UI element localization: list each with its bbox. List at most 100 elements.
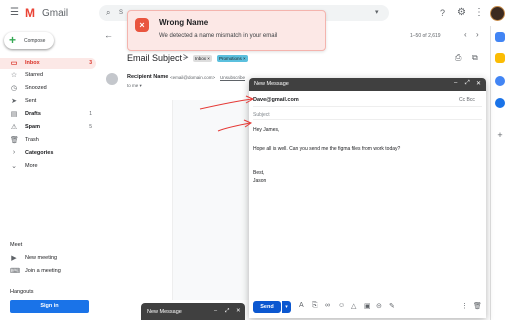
formatting-icon[interactable]: A [299,302,304,309]
sidebar-item-categories[interactable]: › Categories [0,148,96,159]
minimize-icon[interactable]: – [214,308,217,314]
sidebar-item-count: 1 [89,111,92,117]
sender-email: <email@domain.com> [170,75,216,80]
sidebar-item-label: More [25,163,38,169]
contacts-icon[interactable] [495,98,505,108]
search-icon[interactable]: ⌕ [106,8,110,18]
print-icon[interactable]: ⎙ [455,53,461,63]
body-greeting[interactable]: Hey James, [253,127,279,133]
sidebar-item-label: Starred [25,72,44,78]
label-inbox[interactable]: Inbox × [193,55,212,62]
sidebar-item-more[interactable]: ⌄ More [0,161,96,172]
to-field[interactable]: Dave@gmail.com [253,97,299,103]
sender-name: Recipient Name [127,74,169,80]
sidebar-item-label: Drafts [25,111,41,117]
minimized-compose-title: New Message [147,309,182,315]
sidebar-item-spam[interactable]: ⚠ Spam 5 [0,122,96,133]
toast-title: Wrong Name [159,18,209,27]
gmail-logo-icon[interactable]: M [25,6,35,20]
sidebar-item-label: Categories [25,150,54,156]
side-panel [490,26,512,320]
sender-avatar [106,73,118,85]
compose-window [249,78,486,318]
avatar[interactable] [490,6,505,21]
body-text[interactable]: Hope all is well. Can you send me the fi… [253,146,400,152]
lock-icon[interactable]: ⊝ [376,302,382,310]
app-logo-text: Gmail [42,8,69,19]
search-options-icon[interactable]: ▾ [375,8,379,16]
meet-heading: Meet [10,242,23,248]
cc-bcc-link[interactable]: Cc Bcc [459,97,475,103]
chevron-right-icon: › [12,149,16,156]
drive-icon[interactable]: △ [351,302,356,310]
star-icon: ☆ [10,72,18,79]
important-marker-icon[interactable]: ᗒ [183,53,189,63]
unsubscribe-link[interactable]: Unsubscribe [220,75,245,80]
expand-icon[interactable]: ⤢ [225,308,229,315]
new-meeting-label: New meeting [25,255,58,261]
sidebar-item-drafts[interactable]: ▤ Drafts 1 [0,109,96,120]
chevron-left-icon[interactable]: ‹ [464,30,467,39]
new-meeting-item[interactable]: ▶ New meeting [0,253,96,264]
label-promotions[interactable]: Promotions × [217,55,248,62]
body-signoff[interactable]: Best, [253,170,264,176]
chevron-right-icon[interactable]: › [476,30,479,39]
apps-grid-icon[interactable]: ⋮ [474,7,484,18]
open-in-new-window-icon[interactable]: ⧉ [472,53,478,63]
sidebar-item-inbox[interactable]: ▭ Inbox 3 [0,58,96,69]
hangouts-heading: Hangouts [10,289,34,295]
sidebar-item-count: 3 [89,60,92,66]
back-arrow-icon[interactable]: ← [104,30,113,40]
signature-icon[interactable]: ✎ [389,302,395,310]
pagination-text: 1–50 of 2,619 [410,33,441,39]
clock-icon: ◷ [10,85,18,92]
sidebar-item-label: Spam [25,124,40,130]
sidebar-item-label: Sent [25,98,37,104]
email-subject: Email Subject [127,53,183,63]
add-addon-icon[interactable]: + [495,130,505,140]
sidebar-item-trash[interactable]: 🗑 Trash [0,135,96,146]
annotation-arrows [199,95,255,132]
close-icon[interactable]: ✕ [476,80,481,87]
more-options-icon[interactable]: ⋮ [461,302,468,310]
toast-message: We detected a name mismatch in your emai… [159,33,278,39]
sidebar-item-label: Inbox [25,60,40,66]
divider [253,119,482,120]
compose-plus-icon: + [9,33,17,47]
sidebar-item-sent[interactable]: ➤ Sent [0,96,96,107]
expand-icon[interactable]: ⤢ [465,80,470,87]
sidebar-item-count: 5 [89,124,92,130]
close-icon[interactable]: ✕ [236,308,241,314]
send-button[interactable]: Send [253,301,281,313]
compose-title: New Message [254,81,289,87]
minimize-icon[interactable]: – [454,80,457,86]
image-icon[interactable]: ▣ [364,302,371,310]
close-x-icon[interactable]: × [135,18,149,32]
menu-icon[interactable]: ☰ [10,8,19,18]
gear-icon[interactable]: ⚙ [457,7,466,18]
tasks-icon[interactable] [495,76,505,86]
attach-icon[interactable]: ⎘ [312,302,318,310]
sidebar-item-starred[interactable]: ☆ Starred [0,70,96,81]
video-camera-icon: ▶ [11,255,17,262]
calendar-icon[interactable] [495,32,505,42]
help-icon[interactable]: ? [440,8,445,18]
trash-icon[interactable]: 🗑 [473,302,482,310]
trash-icon: 🗑 [10,137,19,144]
compose-label: Compose [24,38,46,44]
body-signature[interactable]: Jason [253,178,266,184]
keyboard-icon: ⌨ [10,268,21,275]
link-icon[interactable]: ∞ [325,302,330,309]
emoji-icon[interactable]: ☺ [338,302,345,309]
search-input[interactable]: S [119,10,123,16]
sidebar-item-label: Trash [25,137,39,143]
send-options-icon[interactable]: ▾ [282,301,291,313]
spam-icon: ⚠ [10,124,18,131]
keep-icon[interactable] [495,53,505,63]
sign-in-button[interactable]: Sign in [10,300,89,313]
sidebar-item-snoozed[interactable]: ◷ Snoozed [0,83,96,94]
recipient-details-toggle[interactable]: to me ▾ [127,83,142,89]
sidebar-item-label: Snoozed [25,85,47,91]
draft-icon: ▤ [10,111,18,118]
join-meeting-item[interactable]: ⌨ Join a meeting [0,266,96,277]
